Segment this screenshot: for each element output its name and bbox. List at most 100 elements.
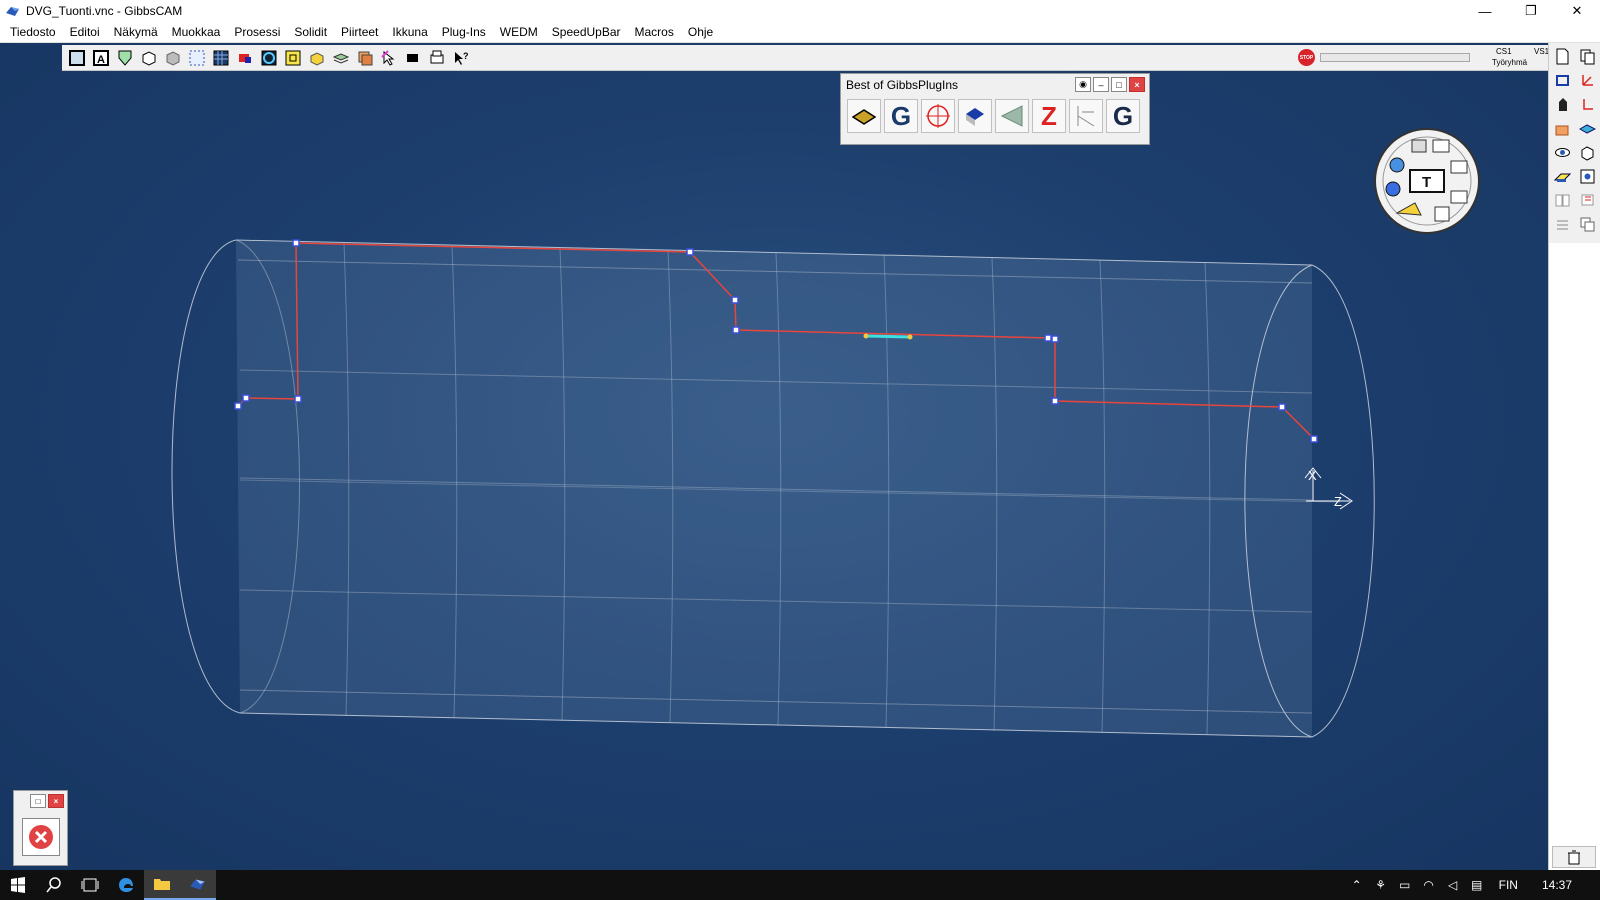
wifi-icon[interactable]: ◠ (1417, 878, 1441, 892)
title-bar: DVG_Tuonti.vnc - GibbsCAM — ❐ ✕ (0, 0, 1600, 22)
plugin-g-label: G (890, 100, 912, 131)
shield-icon[interactable] (114, 47, 136, 69)
notification-icon[interactable]: ▤ (1465, 878, 1489, 892)
search-icon[interactable] (36, 870, 72, 900)
mini-maximize-icon[interactable]: □ (30, 794, 46, 808)
menu-bar: Tiedosto Editoi Näkymä Muokkaa Prosessi … (0, 22, 1600, 43)
plugin-arrow-icon[interactable] (995, 99, 1029, 133)
palette-close-icon[interactable]: × (1129, 77, 1145, 92)
view-system-label[interactable]: VS1 (1534, 47, 1549, 56)
plugin-solid-icon[interactable] (958, 99, 992, 133)
menu-tiedosto[interactable]: Tiedosto (3, 22, 63, 42)
rectangle-icon[interactable] (1551, 69, 1573, 91)
print-icon[interactable] (426, 47, 448, 69)
copy-icon[interactable] (1576, 213, 1598, 235)
stack-icon[interactable] (354, 47, 376, 69)
corner-icon[interactable] (1576, 93, 1598, 115)
menu-muokkaa[interactable]: Muokkaa (165, 22, 228, 42)
progress-bar (1320, 53, 1470, 62)
list-icon[interactable] (1551, 213, 1573, 235)
restore-button[interactable]: ❐ (1508, 0, 1554, 22)
svg-text:A: A (97, 54, 105, 66)
minimize-button[interactable]: — (1462, 0, 1508, 22)
edge-icon[interactable] (108, 870, 144, 900)
plugin-g-icon[interactable]: G (884, 99, 918, 133)
grid-icon[interactable] (210, 47, 232, 69)
tool-icon[interactable] (234, 47, 256, 69)
stop-button[interactable]: STOP (1298, 49, 1315, 66)
surface-icon[interactable] (1576, 117, 1598, 139)
trash-button[interactable] (1552, 846, 1596, 868)
view-navigator-dial[interactable]: T (1374, 128, 1480, 234)
system-tray: ⌃ ⚘ ▭ ◠ ◁ ▤ FIN 14:37 (1345, 870, 1600, 900)
toolpath-icon[interactable] (1551, 117, 1573, 139)
mini-close-icon[interactable]: × (48, 794, 64, 808)
move-icon[interactable] (402, 47, 424, 69)
cancel-button[interactable] (22, 818, 60, 856)
right-toolbar (1548, 43, 1600, 243)
yellow-box-icon[interactable] (282, 47, 304, 69)
axis-z-label: Z (1334, 494, 1342, 509)
people-icon[interactable]: ⚘ (1369, 878, 1393, 892)
task-view-icon[interactable] (72, 870, 108, 900)
compare-icon[interactable] (1551, 189, 1573, 211)
menu-solidit[interactable]: Solidit (287, 22, 334, 42)
menu-nakyma[interactable]: Näkymä (107, 22, 165, 42)
menu-ikkuna[interactable]: Ikkuna (385, 22, 434, 42)
plugin-z-icon[interactable]: Z (1032, 99, 1066, 133)
battery-icon[interactable]: ▭ (1393, 878, 1417, 892)
coordinate-system-label[interactable]: CS1 (1496, 47, 1512, 56)
graphics-viewport[interactable]: X Z T (0, 43, 1548, 870)
yellow-solid-icon[interactable] (306, 47, 328, 69)
new-document-icon[interactable] (1551, 45, 1573, 67)
palette-pin-icon[interactable]: ◉ (1075, 77, 1091, 92)
axis-x-label: X (1308, 468, 1317, 483)
axes-icon[interactable] (1576, 69, 1598, 91)
pointer-icon[interactable] (378, 47, 400, 69)
file-explorer-icon[interactable] (144, 870, 180, 900)
palette-maximize-icon[interactable]: □ (1111, 77, 1127, 92)
start-icon[interactable] (0, 870, 36, 900)
menu-macros[interactable]: Macros (628, 22, 681, 42)
eye-icon[interactable] (1551, 141, 1573, 163)
circle-view-icon[interactable] (258, 47, 280, 69)
window-title: DVG_Tuonti.vnc - GibbsCAM (26, 4, 183, 18)
menu-plug-ins[interactable]: Plug-Ins (435, 22, 493, 42)
menu-prosessi[interactable]: Prosessi (227, 22, 287, 42)
menu-ohje[interactable]: Ohje (681, 22, 720, 42)
layers-icon[interactable] (330, 47, 352, 69)
plugin-crosshair-icon[interactable] (921, 99, 955, 133)
solid-box-icon[interactable] (1576, 141, 1598, 163)
flag-icon[interactable] (1576, 189, 1598, 211)
plugin-g-bold-icon[interactable]: G (1106, 99, 1140, 133)
chevron-up-icon[interactable]: ⌃ (1345, 878, 1369, 892)
machine-icon[interactable] (1551, 165, 1573, 187)
main-toolbar: A ? STOP CS1 VS1 Työryhmä (62, 45, 1549, 71)
menu-piirteet[interactable]: Piirteet (334, 22, 385, 42)
text-a-icon[interactable]: A (90, 47, 112, 69)
plugin-part-icon[interactable] (847, 99, 881, 133)
menu-editoi[interactable]: Editoi (63, 22, 107, 42)
cube-icon[interactable] (138, 47, 160, 69)
svg-text:T: T (1422, 174, 1431, 191)
palette-minimize-icon[interactable]: – (1093, 77, 1109, 92)
menu-wedm[interactable]: WEDM (493, 22, 545, 42)
render-icon[interactable] (1576, 165, 1598, 187)
workgroup-label[interactable]: Työryhmä (1492, 58, 1527, 67)
view-box-icon[interactable] (66, 47, 88, 69)
plugin-lathe-icon[interactable] (1069, 99, 1103, 133)
gibbscam-taskbar-icon[interactable] (180, 870, 216, 900)
language-indicator[interactable]: FIN (1489, 878, 1534, 892)
help-cursor-icon[interactable]: ? (450, 47, 472, 69)
pen-icon[interactable] (1551, 93, 1573, 115)
copy-document-icon[interactable] (1576, 45, 1598, 67)
select-box-icon[interactable] (186, 47, 208, 69)
clock[interactable]: 14:37 (1534, 878, 1600, 892)
close-button[interactable]: ✕ (1554, 0, 1600, 22)
menu-speedupbar[interactable]: SpeedUpBar (545, 22, 628, 42)
trash-icon (1568, 850, 1580, 865)
right-panel (1548, 243, 1600, 870)
shaded-cube-icon[interactable] (162, 47, 184, 69)
gibbs-plugins-palette: Best of GibbsPlugIns ◉ – □ × G Z G (840, 73, 1150, 145)
volume-icon[interactable]: ◁ (1441, 878, 1465, 892)
